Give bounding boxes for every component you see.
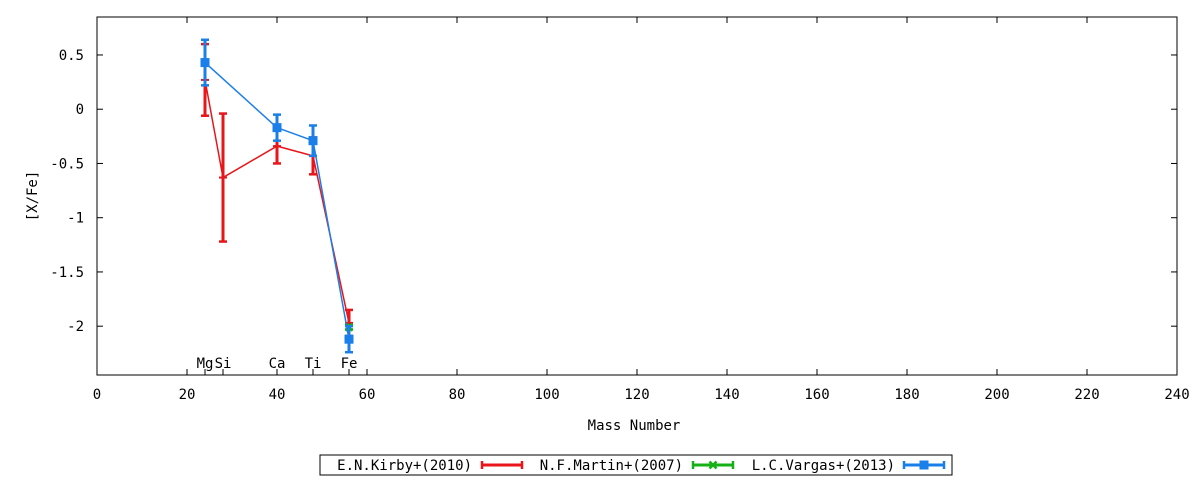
data-point: [344, 334, 354, 344]
element-labels: Mg Si Ca Ti Fe: [197, 356, 358, 375]
x-tick-label: 60: [359, 387, 376, 403]
element-label: Mg: [197, 356, 214, 372]
ticks: [96, 17, 1178, 375]
x-tick-label: 120: [624, 387, 649, 403]
x-tick-label: 20: [179, 387, 196, 403]
y-tick-label: -1: [67, 211, 84, 227]
element-label: Fe: [341, 356, 358, 372]
x-tick-label: 0: [93, 387, 101, 403]
y-tick-label: -1.5: [50, 265, 84, 281]
y-tick-label: -2: [67, 319, 84, 335]
legend-label-martin: N.F.Martin+(2007): [540, 458, 683, 474]
y-tick-label: 0.5: [59, 48, 84, 64]
element-label: Ti: [305, 356, 322, 372]
x-tick-label: 40: [269, 387, 286, 403]
y-tick-label: -0.5: [50, 156, 84, 172]
legend: E.N.Kirby+(2010) N.F.Martin+(2007) L.C.V…: [319, 454, 953, 476]
data-point: [308, 136, 318, 146]
chart: 0 20 40 60 80 100 120 140 160 180 200 220 240 0.5 0 -0…: [25, 16, 1190, 476]
series-line: [204, 62, 350, 340]
series-layer: [200, 38, 354, 354]
element-label: Si: [215, 356, 232, 372]
series-0: [201, 42, 353, 338]
x-tick-label: 220: [1074, 387, 1099, 403]
element-label: Ca: [269, 356, 286, 372]
x-tick-label: 160: [804, 387, 829, 403]
y-axis-label: [X/Fe]: [25, 171, 41, 222]
legend-sample-marker: [919, 460, 929, 470]
x-tick-labels: 0 20 40 60 80 100 120 140 160 180 200 220 240: [93, 387, 1190, 403]
data-point: [272, 123, 282, 133]
x-tick-label: 140: [714, 387, 739, 403]
data-point: [200, 58, 210, 68]
x-tick-label: 240: [1164, 387, 1189, 403]
legend-label-vargas: L.C.Vargas+(2013): [752, 458, 895, 474]
y-tick-labels: 0.5 0 -0.5 -1 -1.5 -2: [50, 48, 84, 335]
x-tick-label: 80: [449, 387, 466, 403]
y-tick-label: 0: [76, 102, 84, 118]
x-axis-label: Mass Number: [588, 418, 681, 434]
x-tick-label: 100: [534, 387, 559, 403]
plot-frame: [96, 16, 1178, 376]
legend-label-kirby: E.N.Kirby+(2010): [337, 458, 472, 474]
x-tick-label: 180: [894, 387, 919, 403]
x-tick-label: 200: [984, 387, 1009, 403]
